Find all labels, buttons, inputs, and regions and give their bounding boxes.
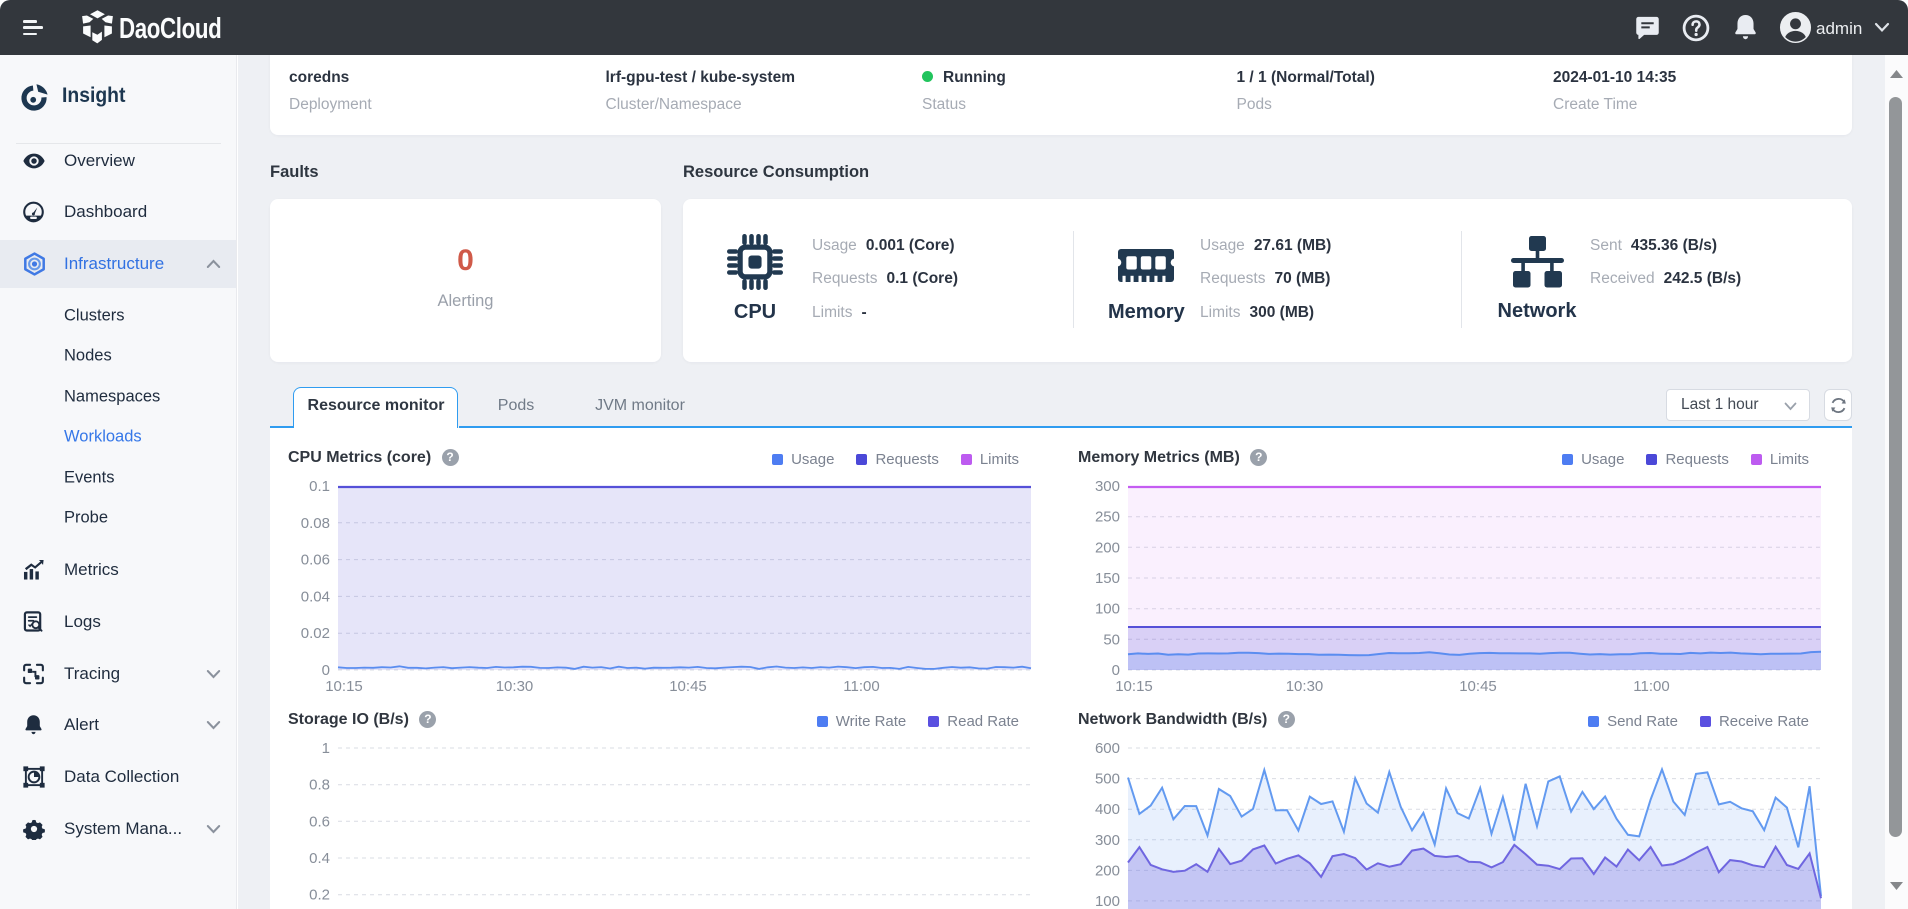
svg-text:400: 400 xyxy=(1095,801,1120,818)
svg-text:50: 50 xyxy=(1103,631,1120,648)
svg-text:200: 200 xyxy=(1095,539,1120,556)
svg-text:0: 0 xyxy=(1112,662,1120,679)
svg-text:300: 300 xyxy=(1095,832,1120,849)
svg-text:500: 500 xyxy=(1095,771,1120,788)
svg-text:100: 100 xyxy=(1095,893,1120,909)
svg-text:0.1: 0.1 xyxy=(309,478,330,495)
svg-text:10:15: 10:15 xyxy=(1115,678,1153,695)
svg-text:0.06: 0.06 xyxy=(301,552,330,569)
svg-text:1: 1 xyxy=(322,740,330,757)
svg-text:100: 100 xyxy=(1095,601,1120,618)
svg-text:250: 250 xyxy=(1095,509,1120,526)
svg-text:300: 300 xyxy=(1095,478,1120,495)
svg-text:0.04: 0.04 xyxy=(301,588,330,605)
svg-text:11:00: 11:00 xyxy=(843,678,879,695)
svg-text:11:00: 11:00 xyxy=(1633,678,1669,695)
svg-text:10:15: 10:15 xyxy=(325,678,363,695)
svg-text:10:45: 10:45 xyxy=(1459,678,1497,695)
svg-text:10:30: 10:30 xyxy=(496,678,534,695)
svg-text:0.02: 0.02 xyxy=(301,625,330,642)
svg-text:10:30: 10:30 xyxy=(1286,678,1324,695)
svg-text:150: 150 xyxy=(1095,570,1120,587)
svg-text:10:45: 10:45 xyxy=(669,678,707,695)
svg-text:600: 600 xyxy=(1095,740,1120,757)
svg-text:0: 0 xyxy=(322,662,330,679)
svg-text:0.2: 0.2 xyxy=(309,887,330,904)
svg-text:200: 200 xyxy=(1095,862,1120,879)
svg-text:0.4: 0.4 xyxy=(309,850,330,867)
svg-text:0.6: 0.6 xyxy=(309,813,330,830)
svg-text:0.8: 0.8 xyxy=(309,777,330,794)
svg-text:0.08: 0.08 xyxy=(301,515,330,532)
